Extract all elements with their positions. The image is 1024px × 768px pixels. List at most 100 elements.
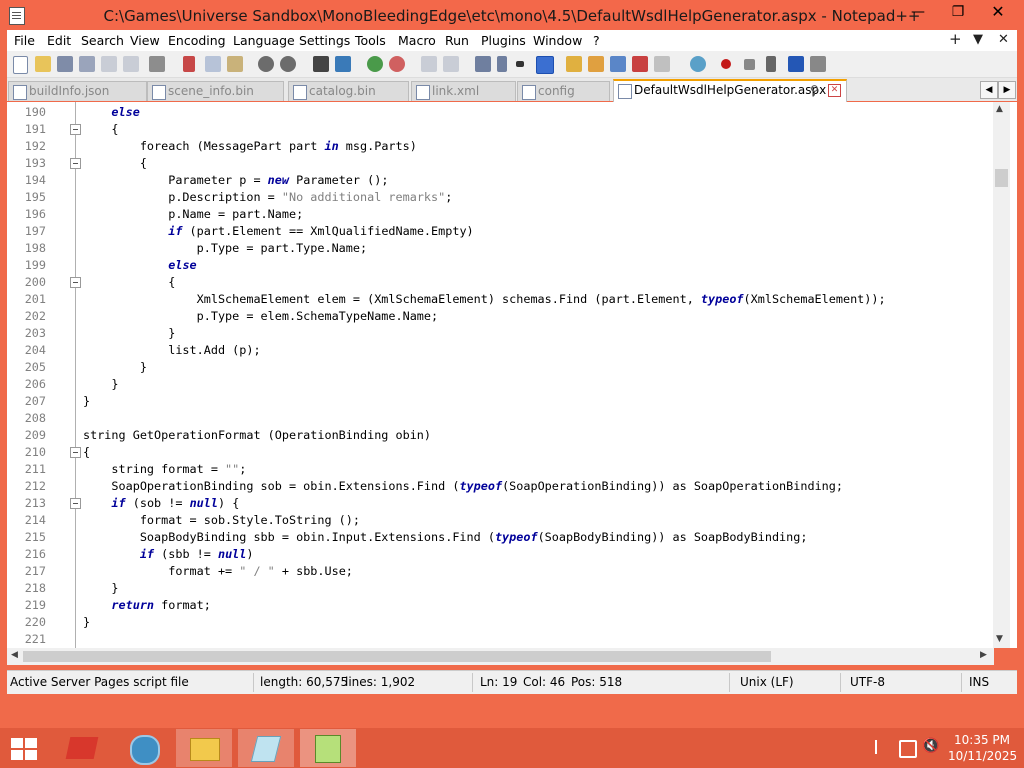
network-icon[interactable] — [899, 740, 917, 758]
menu-settings[interactable]: Settings — [299, 33, 350, 48]
eye-icon[interactable] — [690, 56, 706, 72]
zoom-in-icon[interactable] — [367, 56, 383, 72]
print-icon[interactable] — [149, 56, 165, 72]
paste-icon[interactable] — [227, 56, 243, 72]
copy-icon[interactable] — [205, 56, 221, 72]
tab-scene-info-bin[interactable]: scene_info.bin — [147, 81, 284, 101]
vertical-scrollbar[interactable]: ▲ ▼ — [993, 102, 1010, 648]
fold-collapse-icon[interactable] — [70, 124, 81, 135]
fold-collapse-icon[interactable] — [70, 498, 81, 509]
menu-view[interactable]: View — [130, 33, 160, 48]
word-wrap-icon[interactable] — [475, 56, 491, 72]
fold-collapse-icon[interactable] — [70, 447, 81, 458]
scroll-down-arrow-icon[interactable]: ▼ — [996, 634, 1003, 644]
new-file-icon[interactable] — [13, 56, 28, 74]
record-macro-icon[interactable] — [721, 59, 731, 69]
save-icon[interactable] — [57, 56, 73, 72]
code-line[interactable]: 220} — [7, 614, 1017, 631]
menu-file[interactable]: File — [14, 33, 35, 48]
maximize-button[interactable]: ❐ — [938, 0, 978, 24]
code-editor[interactable]: 190 else 191 {192 foreach (MessagePart pa… — [7, 102, 1017, 648]
code-line[interactable]: 200 { — [7, 274, 1017, 291]
code-line[interactable]: 207} — [7, 393, 1017, 410]
code-line[interactable]: 216 if (sbb != null) — [7, 546, 1017, 563]
monitoring-icon[interactable] — [654, 56, 670, 72]
code-line[interactable]: 213 if (sob != null) { — [7, 495, 1017, 512]
horizontal-scrollbar[interactable]: ◀ ▶ — [7, 648, 994, 665]
menu-plugins[interactable]: Plugins — [481, 33, 526, 48]
taskbar-notepad-plus-plus-icon[interactable] — [300, 729, 356, 767]
horizontal-scroll-thumb[interactable] — [23, 651, 771, 662]
code-line[interactable]: 215 SoapBodyBinding sbb = obin.Input.Ext… — [7, 529, 1017, 546]
tab-scroll-right-button[interactable]: ▶ — [998, 81, 1016, 99]
code-line[interactable]: 205 } — [7, 359, 1017, 376]
taskbar-browser-icon[interactable] — [115, 729, 171, 767]
pin-icon[interactable]: ⚲ — [810, 81, 819, 100]
windows-start-icon[interactable] — [11, 738, 37, 760]
taskbar-clock[interactable]: 10:35 PM 10/11/2025 — [948, 733, 1017, 763]
code-line[interactable]: 218 } — [7, 580, 1017, 597]
menu-encoding[interactable]: Encoding — [168, 33, 226, 48]
tab-catalog-bin[interactable]: catalog.bin — [288, 81, 409, 101]
menu-help[interactable]: ? — [593, 33, 600, 48]
undo-icon[interactable] — [258, 56, 274, 72]
code-line[interactable]: 208 — [7, 410, 1017, 427]
tab-close-icon[interactable]: ✕ — [828, 84, 841, 97]
cut-icon[interactable] — [183, 56, 195, 72]
tab-link-xml[interactable]: link.xml — [411, 81, 516, 101]
close-icon[interactable] — [101, 56, 117, 72]
new-tab-plus-button[interactable]: + — [949, 30, 962, 48]
taskbar-notepad-icon[interactable] — [238, 729, 294, 767]
code-line[interactable]: 190 else — [7, 104, 1017, 121]
close-all-icon[interactable] — [123, 56, 139, 72]
code-line[interactable]: 197 if (part.Element == XmlQualifiedName… — [7, 223, 1017, 240]
menu-language[interactable]: Language — [233, 33, 295, 48]
play-macro-icon[interactable] — [766, 56, 776, 72]
tab-buildinfo-json[interactable]: buildInfo.json — [8, 81, 147, 101]
code-line[interactable]: 212 SoapOperationBinding sob = obin.Exte… — [7, 478, 1017, 495]
close-button[interactable]: ✕ — [978, 0, 1018, 24]
dropdown-arrow-icon[interactable] — [516, 61, 524, 67]
doc-map-icon[interactable] — [588, 56, 604, 72]
code-line[interactable]: 219 return format; — [7, 597, 1017, 614]
code-line[interactable]: 204 list.Add (p); — [7, 342, 1017, 359]
zoom-out-icon[interactable] — [389, 56, 405, 72]
save-all-icon[interactable] — [79, 56, 95, 72]
volume-muted-icon[interactable]: 🔇 — [922, 738, 939, 754]
status-encoding[interactable]: UTF-8 — [850, 675, 885, 689]
fold-collapse-icon[interactable] — [70, 277, 81, 288]
code-line[interactable]: 193 { — [7, 155, 1017, 172]
indent-guide-icon[interactable] — [536, 56, 554, 74]
scroll-left-arrow-icon[interactable]: ◀ — [11, 650, 18, 660]
code-line[interactable]: 209 string GetOperationFormat (OperationB… — [7, 427, 1017, 444]
minimize-button[interactable]: — — [898, 0, 938, 24]
scroll-up-arrow-icon[interactable]: ▲ — [996, 104, 1003, 114]
menu-search[interactable]: Search — [81, 33, 124, 48]
action-center-flag-icon[interactable] — [875, 740, 889, 754]
status-insert-mode[interactable]: INS — [969, 675, 989, 689]
redo-icon[interactable] — [280, 56, 296, 72]
vertical-scroll-thumb[interactable] — [995, 169, 1008, 187]
menu-edit[interactable]: Edit — [47, 33, 71, 48]
code-line[interactable]: 196 p.Name = part.Name; — [7, 206, 1017, 223]
user-language-icon[interactable] — [566, 56, 582, 72]
tab-list-dropdown-button[interactable]: ▼ — [973, 32, 983, 47]
sync-vertical-icon[interactable] — [421, 56, 437, 72]
run-macro-multiple-icon[interactable] — [788, 56, 804, 72]
sync-horizontal-icon[interactable] — [443, 56, 459, 72]
code-line[interactable]: 210 { — [7, 444, 1017, 461]
taskbar-universe-sandbox-icon[interactable] — [55, 729, 111, 767]
tab-defaultwsdlhelpgenerator-aspx[interactable]: DefaultWsdlHelpGenerator.aspx ⚲ ✕ — [613, 79, 847, 103]
tab-config[interactable]: config — [517, 81, 610, 101]
save-macro-icon[interactable] — [810, 56, 826, 72]
code-line[interactable]: 199 else — [7, 257, 1017, 274]
close-document-button[interactable]: ✕ — [998, 32, 1009, 47]
status-eol-format[interactable]: Unix (LF) — [740, 675, 794, 689]
function-list-icon[interactable] — [610, 56, 626, 72]
code-line[interactable]: 217 format += " / " + sbb.Use; — [7, 563, 1017, 580]
show-all-characters-icon[interactable] — [497, 56, 507, 72]
code-line[interactable]: 191 { — [7, 121, 1017, 138]
code-line[interactable]: 195 p.Description = "No additional remar… — [7, 189, 1017, 206]
open-file-icon[interactable] — [35, 56, 51, 72]
code-line[interactable]: 202 p.Type = elem.SchemaTypeName.Name; — [7, 308, 1017, 325]
